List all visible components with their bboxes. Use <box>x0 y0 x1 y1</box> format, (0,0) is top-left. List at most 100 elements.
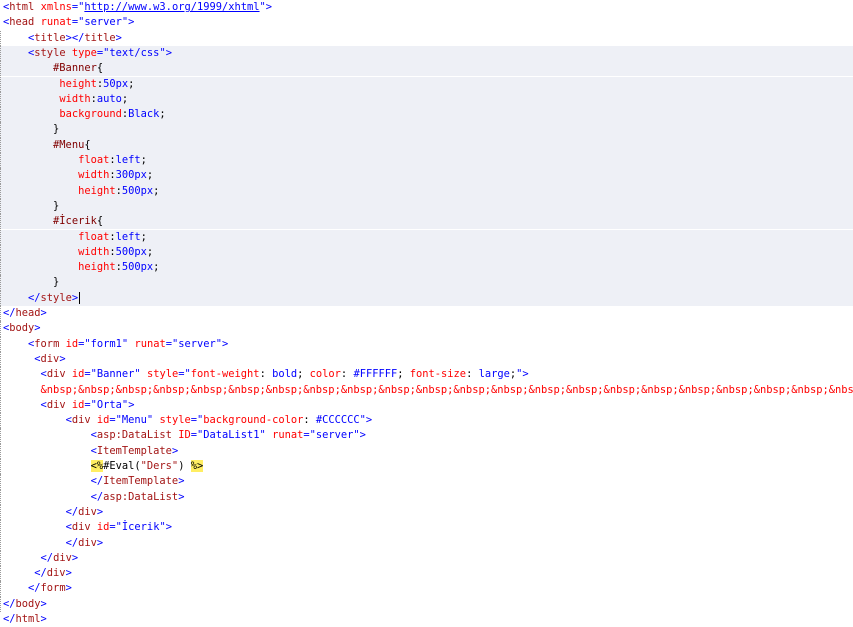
code-line-37[interactable]: </div> <box>0 550 853 567</box>
code-line-30[interactable]: <ItemTemplate> <box>0 443 853 459</box>
code-line-33[interactable]: </asp:DataList> <box>0 489 853 505</box>
code-token: ; <box>146 169 154 182</box>
code-text: <asp:DataList ID="DataList1" runat="serv… <box>3 428 366 443</box>
code-line-29[interactable]: <asp:DataList ID="DataList1" runat="serv… <box>0 428 853 444</box>
code-line-39[interactable]: </form> <box>0 581 853 597</box>
gutter-guide <box>0 397 2 414</box>
code-line-40[interactable]: </body> <box>0 596 853 612</box>
code-line-6[interactable]: height:50px; <box>0 76 853 92</box>
code-text: </div> <box>3 536 104 551</box>
code-token: div <box>71 414 91 427</box>
code-line-36[interactable]: </div> <box>0 535 853 551</box>
code-token: #İcerik <box>53 215 97 228</box>
code-token: div <box>40 352 60 365</box>
code-token: > <box>96 536 104 549</box>
code-token: </ <box>28 291 41 304</box>
code-line-5[interactable]: #Banner{ <box>0 61 853 77</box>
code-line-2[interactable]: <head runat="server"> <box>0 15 853 30</box>
code-line-11[interactable]: float:left; <box>0 153 853 169</box>
code-line-25[interactable]: <div id="Banner" style="font-weight: bol… <box>0 367 853 383</box>
gutter-guide <box>0 137 2 153</box>
code-text: background:Black; <box>3 107 166 122</box>
code-line-8[interactable]: background:Black; <box>0 107 853 123</box>
code-token: form <box>34 337 60 350</box>
code-line-13[interactable]: height:500px; <box>0 183 853 199</box>
code-line-18[interactable]: height:500px; <box>0 260 853 276</box>
code-token: div <box>71 521 91 534</box>
code-line-20[interactable]: </style> <box>0 290 853 306</box>
gutter-guide <box>0 504 2 521</box>
code-line-38[interactable]: </div> <box>0 566 853 582</box>
code-token: > <box>128 398 135 411</box>
code-token: } <box>3 123 60 136</box>
gutter-guide <box>0 214 2 230</box>
code-token: body <box>9 322 35 335</box>
code-line-12[interactable]: width:300px; <box>0 168 853 184</box>
gutter-guide <box>0 443 2 459</box>
code-token: ; <box>159 108 166 121</box>
code-text: <body> <box>3 321 41 336</box>
code-line-10[interactable]: #Menu{ <box>0 137 853 153</box>
code-token: ></ <box>65 31 85 44</box>
code-text: float:left; <box>3 153 147 168</box>
code-line-31[interactable]: <%#Eval("Ders") %> <box>0 459 853 475</box>
code-line-21[interactable]: </head> <box>0 306 853 322</box>
code-line-4[interactable]: <style type="text/css"> <box>0 45 853 62</box>
code-token: background-color <box>203 414 304 427</box>
code-line-24[interactable]: <div> <box>0 351 853 368</box>
code-token: </ <box>3 597 16 610</box>
code-text: } <box>3 275 59 290</box>
code-text: float:left; <box>3 230 147 245</box>
gutter-guide <box>0 428 2 444</box>
gutter-guide <box>0 351 2 368</box>
code-line-9[interactable]: } <box>0 122 853 138</box>
code-token: width <box>59 92 91 105</box>
code-line-1[interactable]: <html xmlns="http://www.w3.org/1999/xhtm… <box>0 0 853 15</box>
code-editor[interactable]: <html xmlns="http://www.w3.org/1999/xhtm… <box>0 0 853 625</box>
gutter-guide <box>0 168 2 184</box>
code-line-15[interactable]: #İcerik{ <box>0 214 853 230</box>
code-token: #Menu <box>53 138 85 151</box>
code-line-32[interactable]: </ItemTemplate> <box>0 474 853 490</box>
code-token: ; <box>153 184 160 197</box>
code-token: "DataList1" <box>196 429 266 442</box>
code-token: title <box>34 31 66 44</box>
text-cursor <box>79 291 81 304</box>
code-token: id <box>65 337 79 350</box>
code-token: runat <box>134 337 166 350</box>
code-token: } <box>3 199 60 212</box>
code-token: =" <box>71 1 85 13</box>
code-line-27[interactable]: <div id="Orta"> <box>0 397 853 414</box>
code-line-19[interactable]: } <box>0 275 853 291</box>
code-line-26[interactable]: &nbsp;&nbsp;&nbsp;&nbsp;&nbsp;&nbsp;&nbs… <box>0 382 853 398</box>
code-text: </ItemTemplate> <box>3 474 185 489</box>
code-token: div <box>78 536 97 549</box>
code-token: left <box>115 230 141 243</box>
code-line-7[interactable]: width:auto; <box>0 91 853 108</box>
code-token: title <box>84 31 116 44</box>
code-line-14[interactable]: } <box>0 198 853 215</box>
code-line-23[interactable]: <form id="form1" runat="server"> <box>0 336 853 352</box>
code-line-35[interactable]: <div id="İcerik"> <box>0 520 853 536</box>
code-line-22[interactable]: <body> <box>0 321 853 337</box>
code-line-3[interactable]: <title></title> <box>0 30 853 46</box>
code-line-28[interactable]: <div id="Menu" style="background-color: … <box>0 413 853 429</box>
code-line-17[interactable]: width:500px; <box>0 244 853 261</box>
code-line-16[interactable]: float:left; <box>0 229 853 245</box>
code-token: > <box>65 567 72 580</box>
code-token: #FFFFFF <box>353 368 398 381</box>
gutter-guide <box>0 367 2 383</box>
code-token: > <box>65 582 72 595</box>
gutter-guide <box>0 183 2 199</box>
code-line-34[interactable]: </div> <box>0 504 853 521</box>
code-token: "> <box>516 368 529 381</box>
code-token: color <box>309 368 341 381</box>
